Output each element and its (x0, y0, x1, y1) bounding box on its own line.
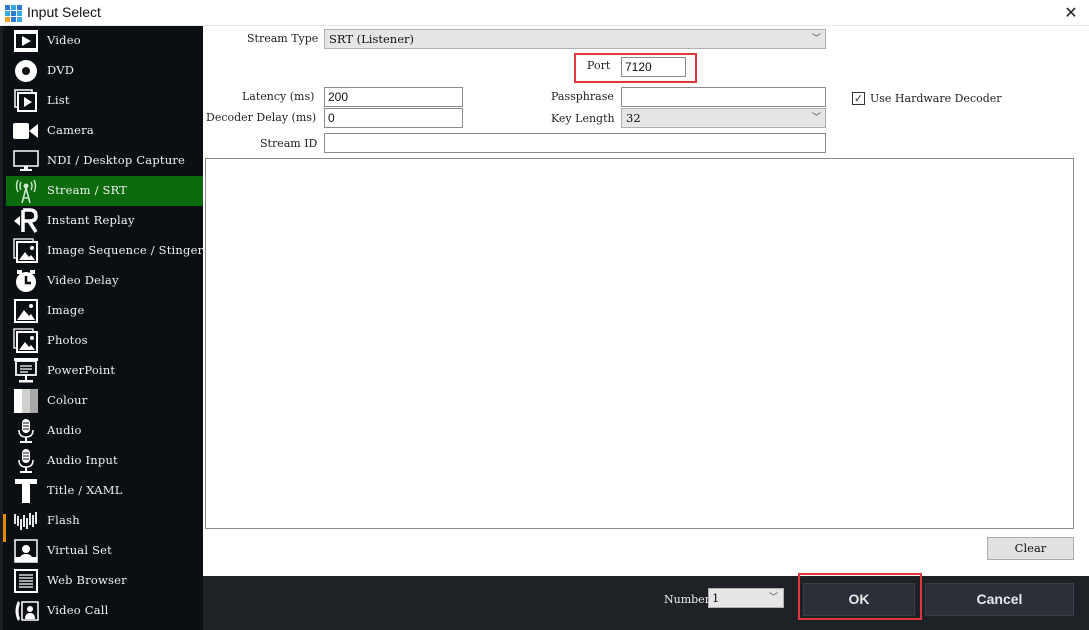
log-text-area[interactable] (205, 158, 1074, 529)
sidebar-item-label: NDI / Desktop Capture (47, 153, 186, 167)
sidebar-item-label: Photos (47, 333, 88, 347)
microphone-icon (13, 449, 39, 473)
passphrase-input[interactable] (621, 87, 826, 107)
sidebar-item-label: Web Browser (47, 573, 127, 587)
sidebar-item-video-call[interactable]: Video Call (6, 596, 206, 626)
sidebar-item-flash[interactable]: Flash (6, 506, 206, 536)
microphone-icon (13, 419, 39, 443)
chevron-down-icon: ﹀ (811, 113, 821, 123)
sidebar-item-colour[interactable]: Colour (6, 386, 206, 416)
title-t-icon (13, 479, 39, 503)
stream-id-input[interactable] (324, 133, 826, 153)
chevron-down-icon: ﹀ (768, 593, 778, 603)
sidebar-item-label: Stream / SRT (47, 183, 128, 197)
close-icon[interactable]: ✕ (1061, 3, 1081, 23)
sidebar-item-label: Video (47, 33, 81, 47)
disc-icon (13, 59, 39, 83)
hardware-decoder-checkbox[interactable]: ✓ (852, 92, 865, 105)
stream-type-select[interactable]: SRT (Listener) ﹀ (324, 29, 826, 49)
hardware-decoder-label: Use Hardware Decoder (870, 92, 1002, 105)
sidebar-item-label: Image Sequence / Stinger (47, 243, 204, 257)
latency-label: Latency (ms) (242, 90, 315, 103)
sidebar-item-label: List (47, 93, 70, 107)
stream-type-label: Stream Type (247, 32, 319, 45)
image-icon (13, 299, 39, 323)
sidebar-item-label: Video Call (47, 603, 109, 617)
app-grid-icon (5, 5, 22, 22)
input-type-sidebar: Video DVD List Camera NDI / Desktop Capture S… (0, 26, 206, 630)
sidebar-item-ndi-desktop-capture[interactable]: NDI / Desktop Capture (6, 146, 206, 176)
sidebar-item-virtual-set[interactable]: Virtual Set (6, 536, 206, 566)
sidebar-item-video-delay[interactable]: Video Delay (6, 266, 206, 296)
person-frame-icon (13, 539, 39, 563)
sidebar-item-label: Title / XAML (47, 483, 123, 497)
phone-person-icon (13, 599, 39, 623)
sidebar-item-image-sequence-stinger[interactable]: Image Sequence / Stinger (6, 236, 206, 266)
sidebar-item-powerpoint[interactable]: PowerPoint (6, 356, 206, 386)
number-label: Number (664, 593, 710, 606)
ok-button[interactable]: OK (803, 583, 915, 616)
sidebar-item-web-browser[interactable]: Web Browser (6, 566, 206, 596)
camera-icon (13, 119, 39, 143)
antenna-icon (13, 179, 39, 204)
clock-icon (13, 269, 39, 293)
sidebar-item-stream-srt[interactable]: Stream / SRT (6, 176, 206, 206)
sidebar-item-label: PowerPoint (47, 363, 116, 377)
number-select[interactable]: 1 ﹀ (708, 588, 784, 608)
sidebar-item-label: Virtual Set (47, 543, 113, 557)
sidebar-item-dvd[interactable]: DVD (6, 56, 206, 86)
list-play-icon (13, 89, 39, 113)
chevron-down-icon: ﹀ (811, 34, 821, 44)
clear-button[interactable]: Clear (987, 537, 1074, 560)
sidebar-item-label: Flash (47, 513, 80, 527)
browser-icon (13, 569, 39, 593)
photos-icon (13, 328, 39, 353)
sidebar-item-label: Audio (47, 423, 82, 437)
title-bar: Input Select ✕ (0, 0, 1089, 26)
sidebar-item-audio-input[interactable]: Audio Input (6, 446, 206, 476)
sidebar-item-title-xaml[interactable]: Title / XAML (6, 476, 206, 506)
decoder-delay-label: Decoder Delay (ms) (206, 111, 317, 124)
passphrase-label: Passphrase (551, 90, 614, 103)
port-label: Port (587, 59, 611, 72)
film-play-icon (13, 29, 39, 53)
decoder-delay-input[interactable] (324, 108, 463, 128)
latency-input[interactable] (324, 87, 463, 107)
monitor-icon (13, 149, 39, 173)
sidebar-item-camera[interactable]: Camera (6, 116, 206, 146)
presentation-icon (13, 358, 39, 383)
key-length-select[interactable]: 32 ﹀ (621, 108, 826, 128)
stream-id-label: Stream ID (260, 137, 318, 150)
port-input[interactable] (621, 57, 686, 77)
key-length-value: 32 (626, 111, 641, 125)
stream-type-value: SRT (Listener) (329, 32, 414, 46)
sidebar-item-audio[interactable]: Audio (6, 416, 206, 446)
sidebar-item-photos[interactable]: Photos (6, 326, 206, 356)
sidebar-item-label: Colour (47, 393, 88, 407)
replay-icon (13, 208, 39, 233)
sidebar-item-list[interactable]: List (6, 86, 206, 116)
sidebar-item-label: Audio Input (47, 453, 118, 467)
sidebar-item-label: Camera (47, 123, 94, 137)
waveform-icon (13, 509, 39, 533)
window-title: Input Select (27, 4, 101, 20)
number-value: 1 (712, 591, 720, 605)
sidebar-item-label: Instant Replay (47, 213, 135, 227)
cancel-button[interactable]: Cancel (925, 583, 1074, 616)
sidebar-item-label: Image (47, 303, 85, 317)
sidebar-item-label: DVD (47, 63, 75, 77)
colour-icon (13, 389, 39, 413)
sidebar-item-video[interactable]: Video (6, 26, 206, 56)
image-stack-icon (13, 238, 39, 263)
key-length-label: Key Length (551, 112, 615, 125)
sidebar-item-label: Video Delay (47, 273, 119, 287)
sidebar-item-image[interactable]: Image (6, 296, 206, 326)
srt-settings-panel: Stream Type SRT (Listener) ﹀ Port Latenc… (203, 26, 1089, 576)
sidebar-item-instant-replay[interactable]: Instant Replay (6, 206, 206, 236)
dialog-footer: Number 1 ﹀ OK Cancel (203, 573, 1089, 630)
